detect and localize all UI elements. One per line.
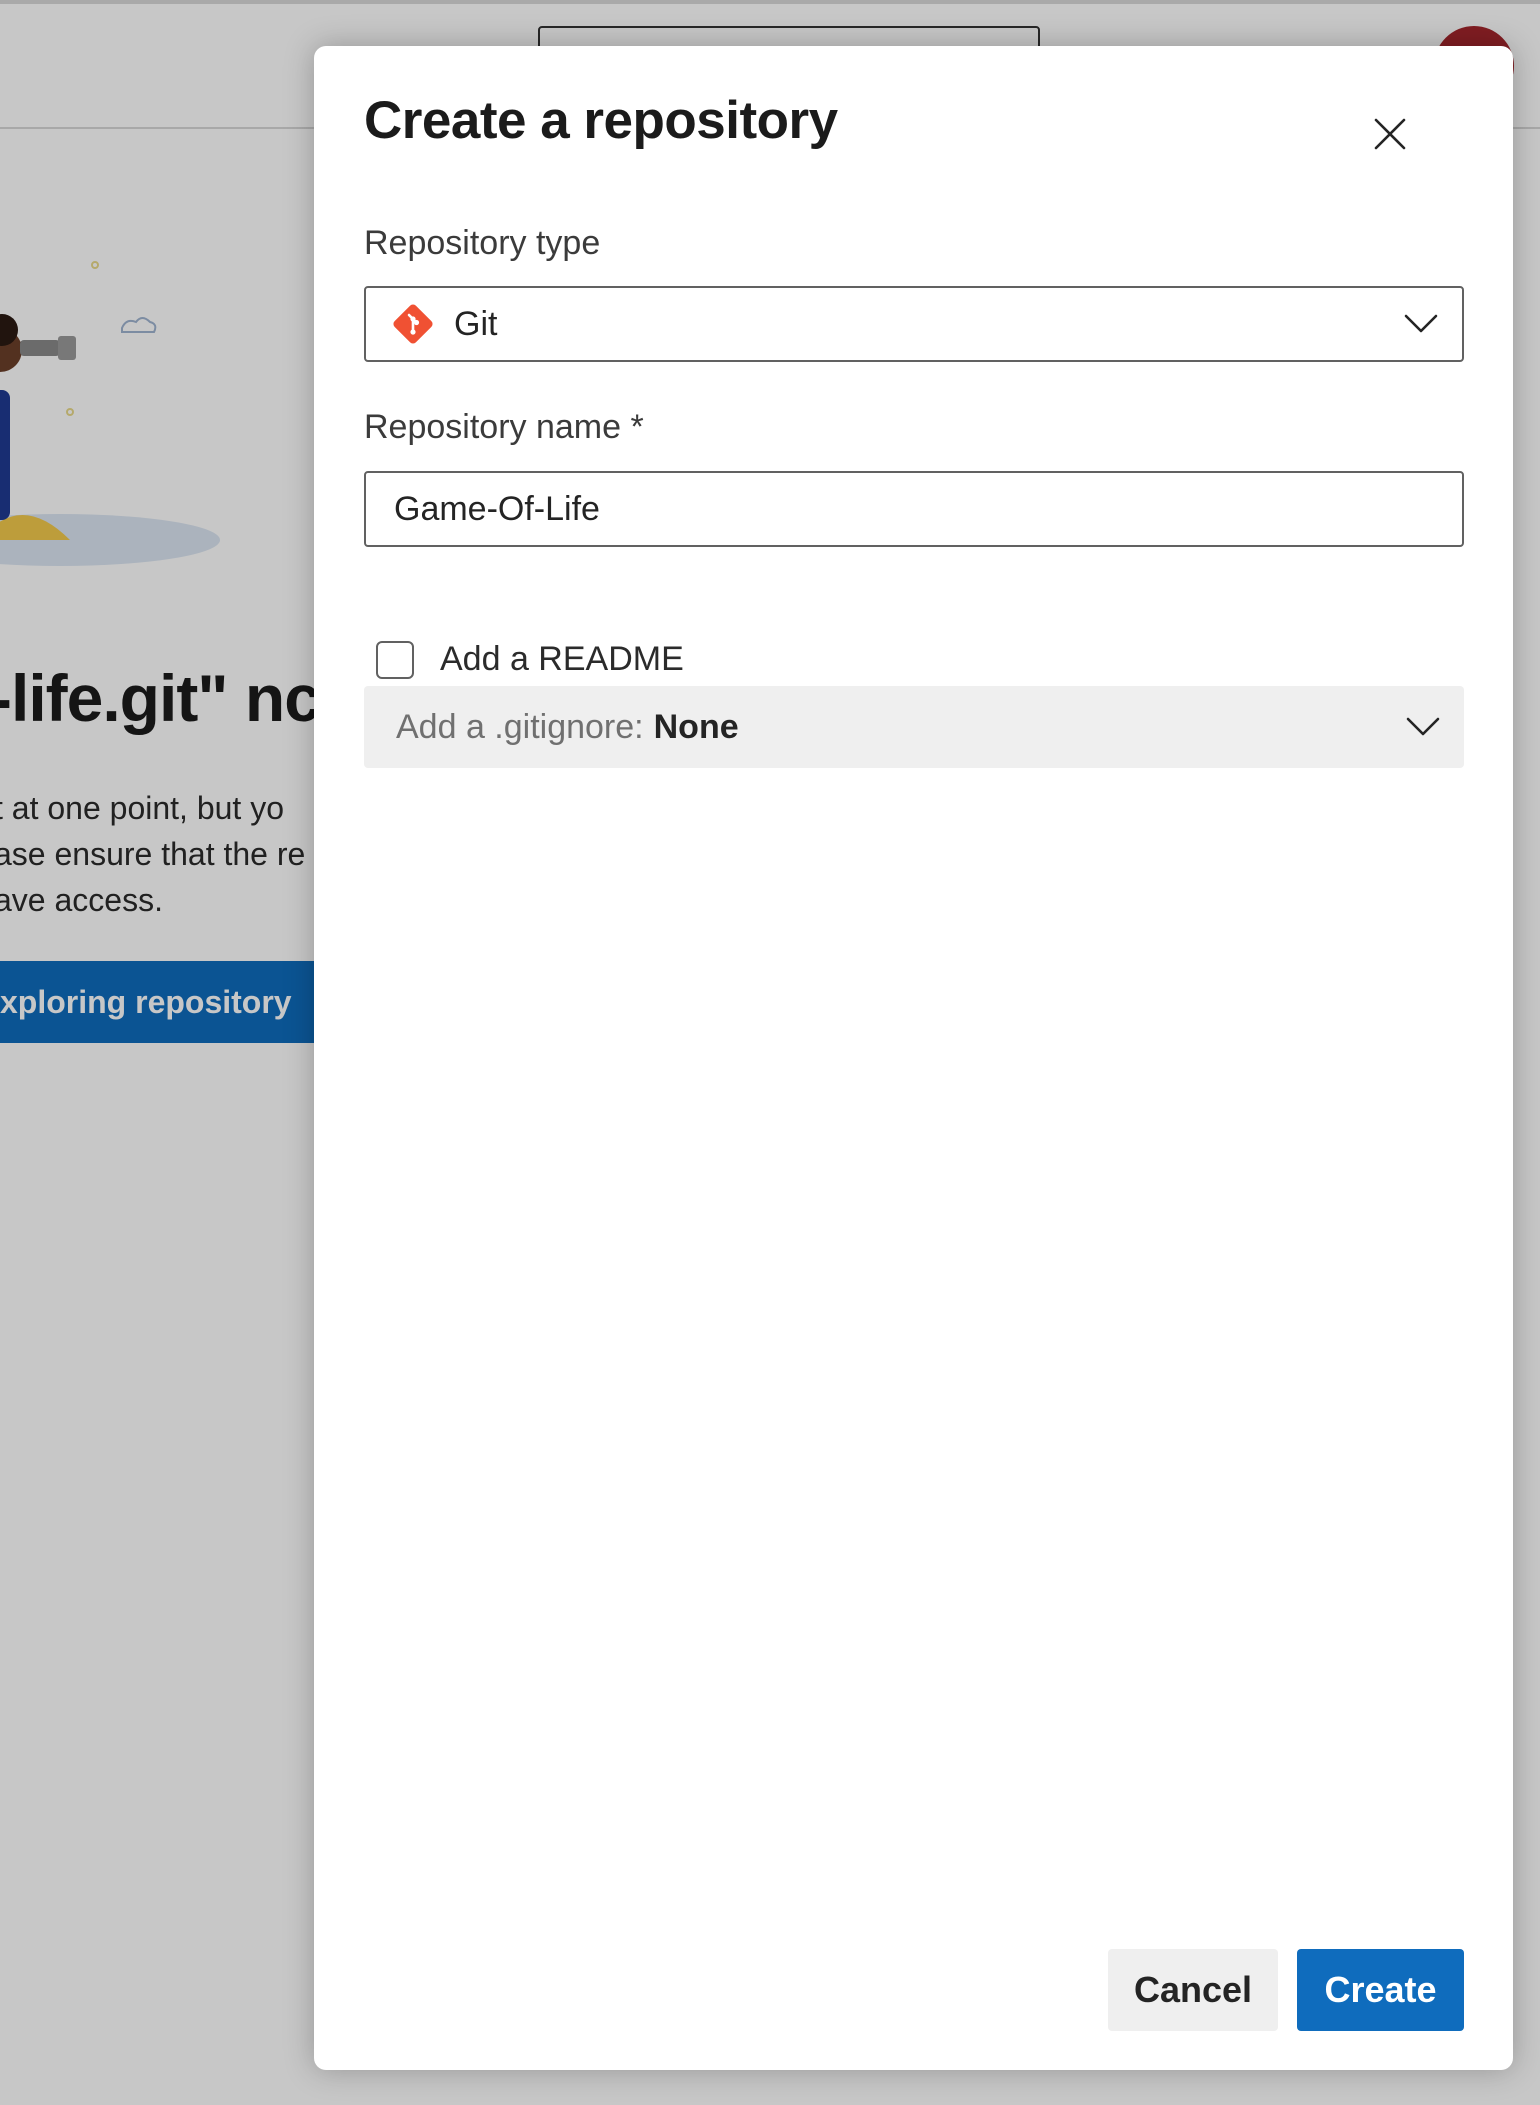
repository-type-value: Git: [454, 304, 498, 343]
add-readme-checkbox[interactable]: [376, 640, 414, 679]
chevron-down-icon: [1406, 717, 1440, 736]
add-readme-option[interactable]: Add a README: [376, 640, 684, 679]
chevron-down-icon: [1404, 314, 1438, 333]
add-readme-label: Add a README: [440, 640, 684, 678]
create-repository-dialog: Create a repository Repository type Git …: [314, 46, 1513, 2070]
gitignore-dropdown[interactable]: Add a .gitignore: None: [364, 686, 1464, 768]
gitignore-label: Add a .gitignore:: [396, 707, 644, 746]
gitignore-value: None: [653, 707, 739, 746]
close-button[interactable]: [1362, 106, 1418, 162]
repository-type-dropdown[interactable]: Git: [364, 286, 1464, 362]
git-logo-icon: [392, 303, 434, 345]
repository-type-label: Repository type: [364, 224, 601, 262]
dialog-title: Create a repository: [364, 91, 838, 150]
repository-name-label: Repository name *: [364, 408, 644, 446]
cancel-button[interactable]: Cancel: [1108, 1949, 1278, 2031]
repository-name-input[interactable]: [364, 471, 1464, 547]
close-icon: [1374, 118, 1406, 150]
create-button[interactable]: Create: [1297, 1949, 1464, 2031]
overlay-edge: [0, 0, 1540, 4]
